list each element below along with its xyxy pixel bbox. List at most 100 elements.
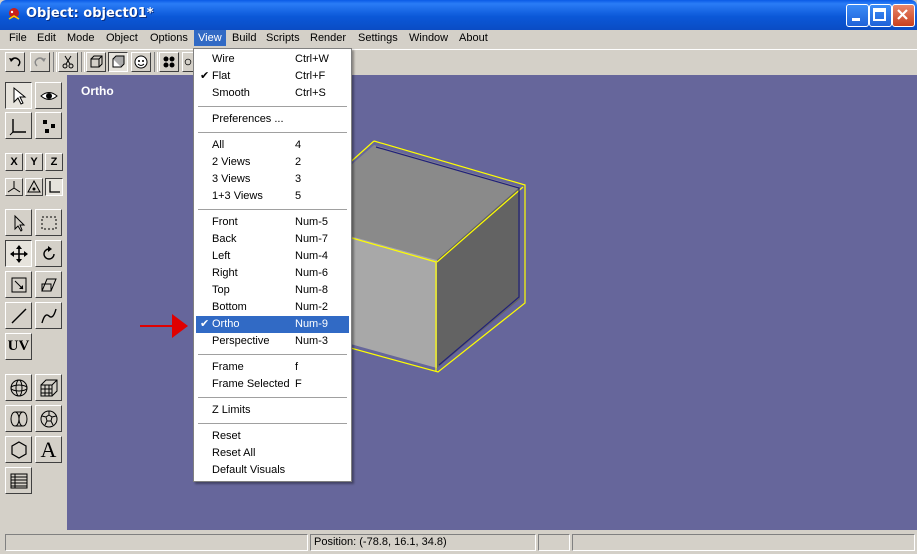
eye-icon xyxy=(39,91,58,100)
menu-file[interactable]: File xyxy=(5,30,31,46)
title-bar[interactable]: Object: object01* xyxy=(0,0,917,30)
text-tool-button[interactable]: A xyxy=(35,436,62,463)
axis-tool-button[interactable] xyxy=(5,112,32,139)
menu-item-frame-selected[interactable]: Frame Selected F xyxy=(196,376,349,393)
menu-item-3-views[interactable]: 3 Views 3 xyxy=(196,171,349,188)
view-mode-smooth-button[interactable] xyxy=(131,52,151,72)
menu-item-perspective[interactable]: Perspective Num-3 xyxy=(196,333,349,350)
menu-item-shortcut: F xyxy=(295,378,302,390)
scale-tool-button[interactable] xyxy=(5,271,32,298)
menu-item-preferences[interactable]: Preferences ... xyxy=(196,111,349,128)
move-arrows-icon xyxy=(9,244,28,263)
axis-x-button[interactable]: X xyxy=(5,153,23,171)
view-eye-button[interactable] xyxy=(35,82,62,109)
axis-y-button[interactable]: Y xyxy=(25,153,43,171)
cut-button[interactable] xyxy=(58,52,78,72)
menu-render[interactable]: Render xyxy=(306,30,350,46)
menu-item-shortcut: Ctrl+F xyxy=(295,70,326,82)
table-tool-button[interactable] xyxy=(5,467,32,494)
view-mode-flat-button[interactable] xyxy=(108,52,128,72)
axis-z-button[interactable]: Z xyxy=(45,153,63,171)
menu-item-left[interactable]: Left Num-4 xyxy=(196,248,349,265)
status-panel-small xyxy=(538,534,570,551)
menu-about[interactable]: About xyxy=(455,30,492,46)
menu-item-label: Smooth xyxy=(212,87,250,99)
minimize-button[interactable] xyxy=(846,4,869,27)
line-icon xyxy=(11,308,26,323)
menu-settings[interactable]: Settings xyxy=(354,30,402,46)
undo-icon xyxy=(9,57,21,67)
menu-window[interactable]: Window xyxy=(405,30,452,46)
menu-options[interactable]: Options xyxy=(146,30,192,46)
polygon-tool-button[interactable] xyxy=(5,436,32,463)
maximize-button[interactable] xyxy=(869,4,892,27)
menu-item-front[interactable]: Front Num-5 xyxy=(196,214,349,231)
menu-build[interactable]: Build xyxy=(228,30,260,46)
grid-cube-icon xyxy=(40,379,57,396)
menu-item-wire[interactable]: Wire Ctrl+W xyxy=(196,51,349,68)
menu-item-back[interactable]: Back Num-7 xyxy=(196,231,349,248)
menu-item-right[interactable]: Right Num-6 xyxy=(196,265,349,282)
menu-item-flat[interactable]: ✔ Flat Ctrl+F xyxy=(196,68,349,85)
local-axes-button[interactable] xyxy=(5,178,23,196)
uv-tool-button[interactable]: UV xyxy=(5,333,32,360)
toolbar-separator xyxy=(154,52,158,72)
move-tool-button[interactable] xyxy=(5,240,32,267)
sphere-icon xyxy=(10,379,27,396)
menu-separator xyxy=(198,209,347,211)
sphere-tool-button[interactable] xyxy=(5,374,32,401)
curve-tool-button[interactable] xyxy=(35,302,62,329)
menu-item-frame[interactable]: Frame f xyxy=(196,359,349,376)
world-axes-button[interactable] xyxy=(25,178,43,196)
redo-button[interactable] xyxy=(30,52,50,72)
line-tool-button[interactable] xyxy=(5,302,32,329)
cylinder-tool-button[interactable] xyxy=(5,405,32,432)
flat-cube-icon xyxy=(112,55,125,68)
menu-item-1-3-views[interactable]: 1+3 Views 5 xyxy=(196,188,349,205)
menu-object[interactable]: Object xyxy=(102,30,142,46)
menu-item-label: Reset xyxy=(212,430,241,442)
menu-item-top[interactable]: Top Num-8 xyxy=(196,282,349,299)
pick-tool-button[interactable] xyxy=(5,209,32,236)
menu-item-shortcut: 4 xyxy=(295,139,302,151)
menu-item-ortho[interactable]: ✔ Ortho Num-9 xyxy=(196,316,349,333)
multi-view-button[interactable] xyxy=(159,52,179,72)
menu-separator xyxy=(198,397,347,399)
menu-item-label: Top xyxy=(212,284,230,296)
axes-world-icon xyxy=(27,180,41,193)
menu-item-label: Front xyxy=(212,216,238,228)
menu-item-bottom[interactable]: Bottom Num-2 xyxy=(196,299,349,316)
soccerball-tool-button[interactable] xyxy=(35,405,62,432)
box-select-button[interactable] xyxy=(35,209,62,236)
select-tool-button[interactable] xyxy=(5,82,32,109)
menu-item-default-visuals[interactable]: Default Visuals xyxy=(196,462,349,479)
menu-item-label: Right xyxy=(212,267,238,279)
table-icon xyxy=(10,473,27,488)
points-tool-button[interactable] xyxy=(35,112,62,139)
menu-mode[interactable]: Mode xyxy=(63,30,99,46)
close-button[interactable] xyxy=(892,4,915,27)
menu-item-smooth[interactable]: Smooth Ctrl+S xyxy=(196,85,349,102)
menu-item-2-views[interactable]: 2 Views 2 xyxy=(196,154,349,171)
menu-scripts[interactable]: Scripts xyxy=(262,30,304,46)
screen-axes-button[interactable] xyxy=(45,178,63,196)
menu-item-z-limits[interactable]: Z Limits xyxy=(196,402,349,419)
close-icon xyxy=(897,9,908,20)
view-mode-wire-button[interactable] xyxy=(86,52,106,72)
undo-button[interactable] xyxy=(5,52,25,72)
menu-item-shortcut: Num-8 xyxy=(295,284,329,296)
menu-item-reset-all[interactable]: Reset All xyxy=(196,445,349,462)
status-panel-right xyxy=(572,534,915,551)
rotate-tool-button[interactable] xyxy=(35,240,62,267)
menu-item-all[interactable]: All 4 xyxy=(196,137,349,154)
menu-view[interactable]: View xyxy=(194,30,226,46)
menu-item-label: Z Limits xyxy=(212,404,251,416)
menu-item-shortcut: Num-5 xyxy=(295,216,329,228)
view-dropdown-menu: Wire Ctrl+W ✔ Flat Ctrl+F Smooth Ctrl+S Prefere… xyxy=(193,48,352,482)
menu-item-label: Bottom xyxy=(212,301,247,313)
menu-item-reset[interactable]: Reset xyxy=(196,428,349,445)
menu-edit[interactable]: Edit xyxy=(33,30,60,46)
shear-tool-button[interactable] xyxy=(35,271,62,298)
toolbar-separator xyxy=(81,52,85,72)
grid-box-tool-button[interactable] xyxy=(35,374,62,401)
